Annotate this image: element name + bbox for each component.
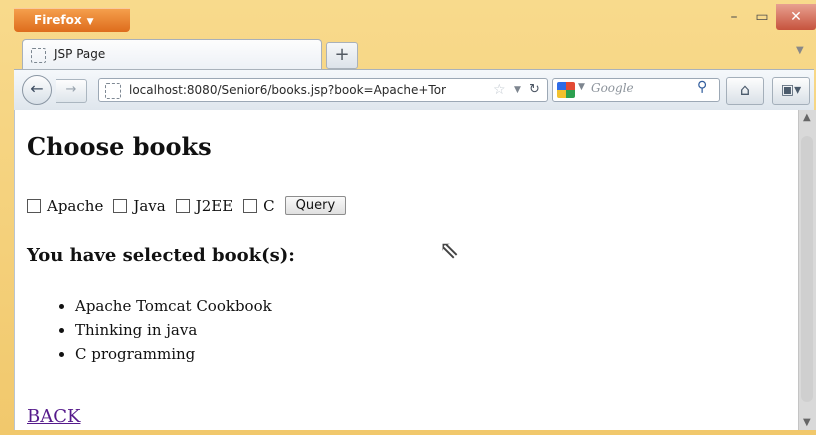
new-tab-button[interactable]: + (326, 42, 358, 69)
google-icon[interactable] (557, 82, 575, 98)
option-java[interactable]: Java (113, 196, 166, 215)
mouse-cursor-icon: ⇖ (439, 236, 460, 264)
option-label: C (263, 196, 275, 215)
checkbox[interactable] (113, 198, 128, 213)
list-item: Thinking in java (75, 318, 272, 342)
search-placeholder: Google (591, 81, 634, 95)
back-link[interactable]: BACK (27, 406, 80, 427)
vertical-scrollbar[interactable]: ▲ ▼ (798, 110, 816, 430)
chevron-down-icon: ▼ (86, 17, 94, 27)
option-label: J2EE (195, 196, 234, 215)
option-apache[interactable]: Apache (27, 197, 103, 215)
book-options: Apache Java J2EE C Query (27, 196, 347, 215)
list-item: C programming (75, 342, 272, 366)
navigation-toolbar: ← → localhost:8080/Senior6/books.jsp?boo… (14, 69, 814, 110)
page-icon (31, 48, 46, 63)
url-text: localhost:8080/Senior6/books.jsp?book=Ap… (129, 83, 446, 97)
tab-title: JSP Page (54, 47, 106, 61)
browser-window: Firefox ▼ – ▭ ✕ JSP Page + ▼ ← → localhos… (0, 0, 816, 435)
query-button[interactable]: Query (284, 196, 347, 215)
option-label: Java (133, 196, 166, 215)
reload-icon[interactable]: ↻ (529, 79, 540, 101)
address-bar[interactable]: localhost:8080/Senior6/books.jsp?book=Ap… (98, 78, 548, 102)
browser-tab[interactable]: JSP Page (22, 39, 322, 69)
selected-books-list: Apache Tomcat Cookbook Thinking in java … (57, 294, 272, 366)
checkbox[interactable] (27, 198, 41, 213)
search-box[interactable]: ▼ Google ⚲ (552, 78, 720, 102)
history-dropdown-icon[interactable]: ▼ (514, 79, 521, 101)
search-icon[interactable]: ⚲ (697, 79, 707, 95)
firefox-menu-label: Firefox (34, 13, 82, 27)
selected-heading: You have selected book(s): (27, 245, 295, 266)
scroll-up-icon[interactable]: ▲ (803, 112, 811, 123)
option-label: Apache (47, 196, 104, 215)
search-engine-dropdown-icon[interactable]: ▼ (578, 82, 585, 92)
back-button[interactable]: ← (22, 75, 52, 105)
home-icon: ⌂ (739, 80, 751, 99)
bookmarks-icon: ▣▾ (780, 82, 802, 98)
scroll-thumb[interactable] (801, 136, 813, 402)
option-j2ee[interactable]: J2EE (175, 196, 234, 215)
checkbox[interactable] (175, 198, 190, 213)
firefox-menu-button[interactable]: Firefox ▼ (14, 8, 130, 32)
checkbox[interactable] (243, 198, 258, 213)
site-identity-icon[interactable] (105, 83, 121, 99)
bookmarks-button[interactable]: ▣▾ (772, 77, 810, 105)
option-c[interactable]: C (243, 196, 275, 215)
page-content: Choose books Apache Java J2EE C Query Yo… (14, 110, 798, 430)
tab-list-icon[interactable]: ▼ (796, 45, 804, 56)
scroll-down-icon[interactable]: ▼ (803, 417, 811, 428)
page-heading: Choose books (27, 132, 212, 161)
maximize-button[interactable]: ▭ (748, 4, 776, 30)
list-item: Apache Tomcat Cookbook (75, 294, 272, 318)
close-button[interactable]: ✕ (776, 4, 816, 30)
bookmark-star-icon[interactable]: ☆ (493, 79, 506, 101)
forward-button[interactable]: → (56, 79, 87, 103)
minimize-button[interactable]: – (720, 4, 748, 30)
home-button[interactable]: ⌂ (726, 77, 764, 105)
